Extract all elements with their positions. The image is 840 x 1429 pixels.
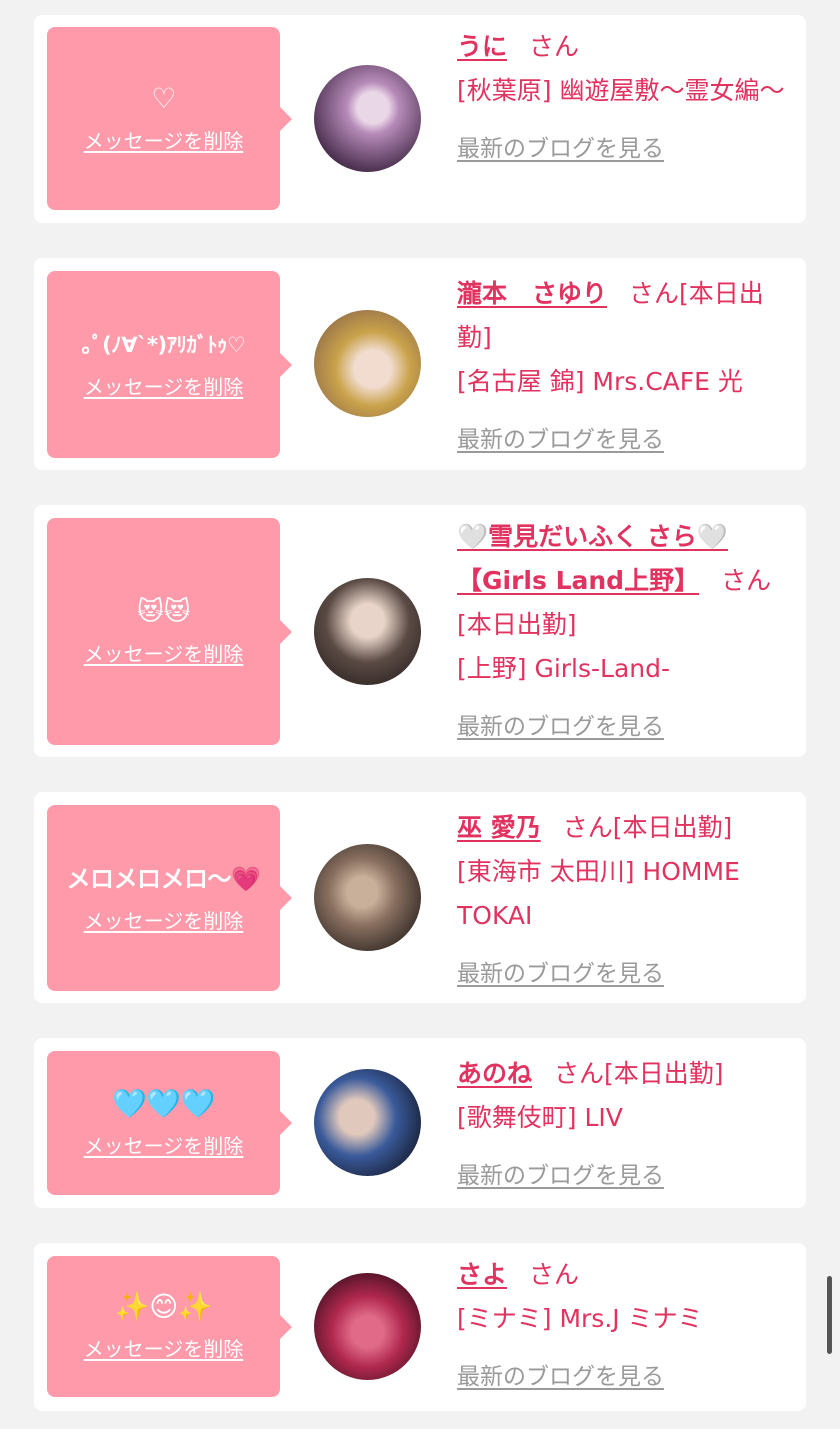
shop-text: [歌舞伎町] LIV	[457, 1103, 623, 1132]
scrollbar[interactable]	[827, 1276, 832, 1354]
cast-name-link[interactable]: うに	[457, 32, 507, 61]
latest-blog-link[interactable]: 最新のブログを見る	[457, 418, 664, 462]
shop-text: [上野] Girls-Land-	[457, 654, 671, 683]
latest-blog-link[interactable]: 最新のブログを見る	[457, 127, 664, 171]
cast-info: 巫 愛乃 さん[本日出勤] [東海市 太田川] HOMME TOKAI 最新のブロ…	[457, 806, 792, 996]
list-item: 😻😻 メッセージを削除 🤍雪見だいふく さら🤍【Girls Land上野】 さん …	[34, 505, 806, 757]
message-bubble: ♡ メッセージを削除	[47, 27, 292, 210]
cast-info: 瀧本 さゆり さん[本日出勤] [名古屋 錦] Mrs.CAFE 光 最新のブログ…	[457, 272, 792, 462]
delete-message-link[interactable]: メッセージを削除	[84, 371, 244, 400]
honorific: さん	[529, 32, 580, 61]
latest-blog-link[interactable]: 最新のブログを見る	[457, 1154, 664, 1198]
list-item: ✨😊✨ メッセージを削除 さよ さん [ミナミ] Mrs.J ミナミ 最新のブログ…	[34, 1243, 806, 1411]
message-text: ｡ﾟ(ﾉ∀`*)ｱﾘｶﾞﾄｩ♡	[81, 333, 246, 357]
delete-message-link[interactable]: メッセージを削除	[84, 125, 244, 154]
cast-info: 🤍雪見だいふく さら🤍【Girls Land上野】 さん [本日出勤] [上野] …	[457, 515, 792, 749]
shop-text: [東海市 太田川] HOMME TOKAI	[457, 857, 740, 930]
message-text: ♡	[151, 82, 176, 115]
list-item: ｡ﾟ(ﾉ∀`*)ｱﾘｶﾞﾄｩ♡ メッセージを削除 瀧本 さゆり さん[本日出勤] …	[34, 258, 806, 470]
message-bubble: 😻😻 メッセージを削除	[47, 518, 292, 745]
status-text: [本日出勤]	[457, 610, 577, 639]
honorific: さん	[629, 279, 680, 308]
honorific: さん	[562, 813, 613, 842]
avatar[interactable]	[314, 65, 421, 172]
avatar[interactable]	[314, 578, 421, 685]
message-bubble: ✨😊✨ メッセージを削除	[47, 1256, 292, 1397]
cast-info: さよ さん [ミナミ] Mrs.J ミナミ 最新のブログを見る	[457, 1253, 792, 1399]
cast-info: うに さん [秋葉原] 幽遊屋敷～霊女編～ 最新のブログを見る	[457, 25, 792, 171]
delete-message-link[interactable]: メッセージを削除	[84, 905, 244, 934]
cast-info: あのね さん[本日出勤] [歌舞伎町] LIV 最新のブログを見る	[457, 1052, 792, 1198]
avatar[interactable]	[314, 310, 421, 417]
shop-text: [名古屋 錦] Mrs.CAFE 光	[457, 367, 743, 396]
cast-name-link[interactable]: あのね	[457, 1059, 532, 1088]
honorific: さん	[554, 1059, 605, 1088]
list-item: メロメロメロ〜💗 メッセージを削除 巫 愛乃 さん[本日出勤] [東海市 太田川]…	[34, 792, 806, 1003]
honorific: さん	[721, 566, 772, 595]
list-item: ♡ メッセージを削除 うに さん [秋葉原] 幽遊屋敷～霊女編～ 最新のブログを見…	[34, 15, 806, 223]
message-text: ✨😊✨	[114, 1290, 213, 1323]
status-text: [本日出勤]	[604, 1059, 724, 1088]
status-text: [本日出勤]	[612, 813, 733, 842]
avatar[interactable]	[314, 844, 421, 951]
delete-message-link[interactable]: メッセージを削除	[84, 1333, 244, 1362]
message-bubble: 🩵🩵🩵 メッセージを削除	[47, 1051, 292, 1195]
message-text: 🩵🩵🩵	[111, 1086, 216, 1120]
delete-message-link[interactable]: メッセージを削除	[84, 638, 244, 667]
cast-name-link[interactable]: 瀧本 さゆり	[457, 279, 607, 308]
honorific: さん	[529, 1260, 580, 1289]
message-text: メロメロメロ〜💗	[66, 864, 261, 893]
shop-text: [秋葉原] 幽遊屋敷～霊女編～	[457, 76, 785, 105]
avatar[interactable]	[314, 1273, 421, 1380]
list-item: 🩵🩵🩵 メッセージを削除 あのね さん[本日出勤] [歌舞伎町] LIV 最新のブ…	[34, 1038, 806, 1208]
delete-message-link[interactable]: メッセージを削除	[84, 1130, 244, 1159]
message-text: 😻😻	[136, 597, 191, 627]
cast-name-link[interactable]: さよ	[457, 1260, 507, 1289]
cast-name-link[interactable]: 🤍雪見だいふく さら🤍【Girls Land上野】	[457, 522, 728, 595]
latest-blog-link[interactable]: 最新のブログを見る	[457, 705, 664, 749]
latest-blog-link[interactable]: 最新のブログを見る	[457, 952, 664, 996]
latest-blog-link[interactable]: 最新のブログを見る	[457, 1355, 664, 1399]
message-bubble: ｡ﾟ(ﾉ∀`*)ｱﾘｶﾞﾄｩ♡ メッセージを削除	[47, 271, 292, 458]
cast-name-link[interactable]: 巫 愛乃	[457, 813, 541, 842]
message-bubble: メロメロメロ〜💗 メッセージを削除	[47, 805, 292, 991]
shop-text: [ミナミ] Mrs.J ミナミ	[457, 1304, 703, 1333]
avatar[interactable]	[314, 1069, 421, 1176]
